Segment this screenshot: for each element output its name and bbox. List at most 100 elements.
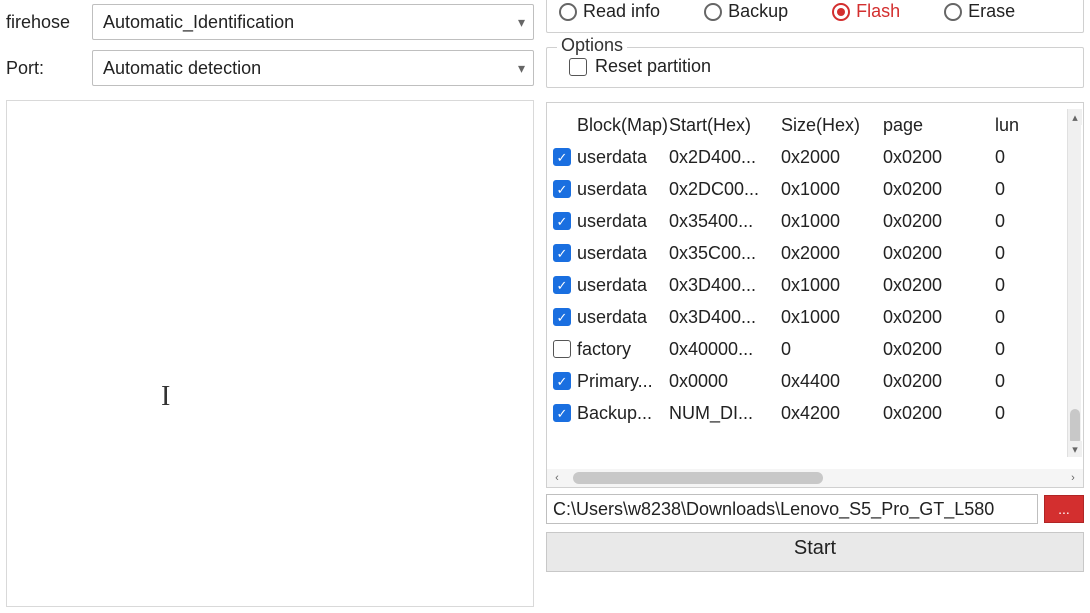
start-button[interactable]: Start [546,532,1084,572]
cell-start: NUM_DI... [669,403,781,424]
cell-size: 0x1000 [781,179,883,200]
partition-table: Block(Map) Start(Hex) Size(Hex) page lun… [546,102,1084,488]
reset-partition-label: Reset partition [595,56,711,77]
chevron-down-icon: ▾ [518,14,525,31]
horizontal-scroll-thumb[interactable] [573,472,823,484]
cell-page: 0x0200 [883,243,995,264]
chevron-down-icon: ▾ [518,60,525,77]
cell-lun: 0 [995,275,1035,296]
cell-size: 0x1000 [781,211,883,232]
cell-block: userdata [577,211,669,232]
cell-page: 0x0200 [883,275,995,296]
radio-icon [559,3,577,21]
row-checkbox[interactable] [553,372,571,390]
text-caret: I [161,381,170,413]
scroll-left-icon[interactable]: ‹ [551,472,563,484]
cell-page: 0x0200 [883,371,995,392]
table-row[interactable]: Backup...NUM_DI...0x42000x02000 [553,397,1077,429]
col-page[interactable]: page [883,115,995,136]
scroll-right-icon[interactable]: › [1067,472,1079,484]
firehose-value: Automatic_Identification [103,12,294,33]
horizontal-scrollbar[interactable]: ‹ › [547,469,1083,487]
col-block[interactable]: Block(Map) [577,115,669,136]
cell-size: 0x4200 [781,403,883,424]
port-label: Port: [6,58,92,79]
cell-start: 0x3D400... [669,307,781,328]
cell-start: 0x2D400... [669,147,781,168]
log-textarea[interactable]: I [6,100,534,607]
port-value: Automatic detection [103,58,261,79]
port-combo[interactable]: Automatic detection ▾ [92,50,534,86]
table-row[interactable]: userdata0x2DC00...0x10000x02000 [553,173,1077,205]
cell-size: 0x4400 [781,371,883,392]
options-legend: Options [557,35,627,56]
table-row[interactable]: factory0x40000...00x02000 [553,333,1077,365]
radio-icon [704,3,722,21]
row-checkbox[interactable] [553,148,571,166]
radio-icon [944,3,962,21]
browse-label: ... [1058,501,1070,517]
cell-start: 0x0000 [669,371,781,392]
cell-start: 0x35400... [669,211,781,232]
cell-block: userdata [577,243,669,264]
cell-size: 0x1000 [781,307,883,328]
browse-button[interactable]: ... [1044,495,1084,523]
row-checkbox[interactable] [553,180,571,198]
function-option-read-info[interactable]: Read info [559,1,660,22]
row-checkbox[interactable] [553,276,571,294]
cell-size: 0x2000 [781,147,883,168]
cell-lun: 0 [995,243,1035,264]
table-header: Block(Map) Start(Hex) Size(Hex) page lun [553,109,1077,141]
cell-size: 0 [781,339,883,360]
cell-block: userdata [577,147,669,168]
cell-lun: 0 [995,307,1035,328]
scroll-up-icon[interactable]: ▴ [1068,109,1082,125]
cell-size: 0x2000 [781,243,883,264]
row-checkbox[interactable] [553,308,571,326]
row-checkbox[interactable] [553,404,571,422]
col-size[interactable]: Size(Hex) [781,115,883,136]
cell-block: Backup... [577,403,669,424]
radio-icon [832,3,850,21]
cell-lun: 0 [995,371,1035,392]
vertical-scroll-thumb[interactable] [1070,409,1080,445]
table-row[interactable]: userdata0x3D400...0x10000x02000 [553,301,1077,333]
firehose-combo[interactable]: Automatic_Identification ▾ [92,4,534,40]
reset-partition-checkbox[interactable] [569,58,587,76]
row-checkbox[interactable] [553,340,571,358]
cell-start: 0x2DC00... [669,179,781,200]
firmware-path-input[interactable]: C:\Users\w8238\Downloads\Lenovo_S5_Pro_G… [546,494,1038,524]
firmware-path-value: C:\Users\w8238\Downloads\Lenovo_S5_Pro_G… [553,499,994,520]
function-option-erase[interactable]: Erase [944,1,1015,22]
vertical-scrollbar[interactable]: ▴ ▾ [1067,109,1081,457]
cell-page: 0x0200 [883,307,995,328]
radio-label: Backup [728,1,788,22]
cell-block: Primary... [577,371,669,392]
col-lun[interactable]: lun [995,115,1035,136]
cell-block: userdata [577,307,669,328]
cell-page: 0x0200 [883,147,995,168]
table-row[interactable]: userdata0x3D400...0x10000x02000 [553,269,1077,301]
cell-block: userdata [577,275,669,296]
function-options-fieldset: Function Options Read infoBackupFlashEra… [546,0,1084,33]
cell-start: 0x35C00... [669,243,781,264]
radio-label: Read info [583,1,660,22]
table-row[interactable]: Primary...0x00000x44000x02000 [553,365,1077,397]
function-option-flash[interactable]: Flash [832,1,900,22]
cell-block: factory [577,339,669,360]
row-checkbox[interactable] [553,212,571,230]
scroll-down-icon[interactable]: ▾ [1068,441,1082,457]
table-row[interactable]: userdata0x2D400...0x20000x02000 [553,141,1077,173]
function-option-backup[interactable]: Backup [704,1,788,22]
cell-start: 0x3D400... [669,275,781,296]
radio-label: Erase [968,1,1015,22]
cell-block: userdata [577,179,669,200]
radio-label: Flash [856,1,900,22]
cell-lun: 0 [995,179,1035,200]
cell-lun: 0 [995,147,1035,168]
col-start[interactable]: Start(Hex) [669,115,781,136]
table-row[interactable]: userdata0x35C00...0x20000x02000 [553,237,1077,269]
cell-size: 0x1000 [781,275,883,296]
table-row[interactable]: userdata0x35400...0x10000x02000 [553,205,1077,237]
row-checkbox[interactable] [553,244,571,262]
